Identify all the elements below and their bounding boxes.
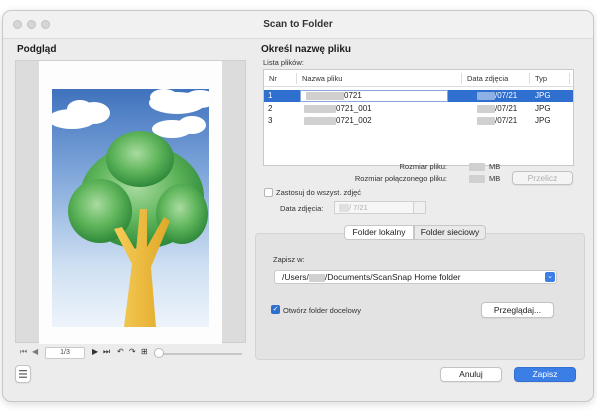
row-filename: 0721_002 — [304, 116, 372, 125]
tab-network-folder[interactable]: Folder sieciowy — [414, 225, 486, 240]
apply-all-checkbox[interactable] — [264, 188, 273, 197]
preview-page — [39, 61, 222, 344]
file-list-label: Lista plików: — [263, 58, 304, 67]
save-in-label: Zapisz w: — [273, 255, 305, 264]
photo-date-label: Data zdjęcia: — [280, 204, 324, 213]
save-location-panel — [255, 233, 585, 360]
titlebar: Scan to Folder — [3, 11, 593, 39]
table-row[interactable]: 2 0721_001 /07/21 JPG — [264, 103, 573, 115]
file-info-button[interactable] — [15, 365, 31, 383]
row-type: JPG — [535, 91, 551, 100]
col-name[interactable]: Nazwa pliku — [302, 74, 342, 83]
photo-date-field[interactable]: / 7/21 — [334, 201, 414, 214]
chevron-down-icon[interactable]: ⌄ — [545, 272, 555, 282]
row-filename: 0721 — [344, 91, 362, 100]
table-row[interactable]: 3 0721_002 /07/21 JPG — [264, 115, 573, 127]
filename-edit-field[interactable]: 0721 — [300, 90, 448, 102]
open-folder-label: Otwórz folder docelowy — [283, 306, 361, 315]
first-page-icon[interactable]: ⏮ — [20, 347, 27, 357]
recalculate-button[interactable]: Przelicz — [512, 171, 573, 185]
preview-panel — [15, 60, 246, 344]
row-nr: 3 — [268, 116, 273, 125]
cancel-button[interactable]: Anuluj — [440, 367, 502, 382]
tree-illustration — [48, 89, 216, 327]
list-icon — [19, 370, 27, 378]
row-type: JPG — [535, 116, 551, 125]
col-type[interactable]: Typ — [535, 74, 547, 83]
clouds — [48, 89, 216, 138]
combined-size-unit: MB — [489, 174, 501, 183]
col-nr[interactable]: Nr — [269, 74, 277, 83]
rotate-right-icon[interactable]: ↷ — [129, 347, 136, 356]
browse-button[interactable]: Przeglądaj... — [481, 302, 554, 318]
file-size-value — [469, 163, 485, 171]
window-title: Scan to Folder — [263, 19, 333, 30]
prev-page-icon[interactable]: ◀ — [32, 347, 38, 356]
file-list[interactable]: Nr Nazwa pliku Data zdjęcia Typ 1 0721 /… — [263, 69, 574, 166]
file-size-unit: MB — [489, 162, 501, 171]
row-date: /07/21 — [477, 116, 517, 125]
page-indicator[interactable]: 1/3 — [45, 347, 85, 359]
save-path-select[interactable]: /Users/ /Documents/ScanSnap Home folder ⌄ — [274, 270, 557, 284]
row-date: /07/21 — [477, 104, 517, 113]
file-size-label: Rozmiar pliku: — [399, 162, 447, 171]
row-nr: 2 — [268, 104, 273, 113]
tab-local-folder[interactable]: Folder lokalny — [344, 225, 414, 240]
calendar-icon[interactable] — [413, 201, 426, 214]
zoom-slider-track[interactable] — [160, 353, 242, 355]
scan-to-folder-window: Scan to Folder Podgląd ⏮ ◀ 1/3 ▶ ⏭ ↶ ↷ ⊞… — [2, 10, 594, 402]
zoom-slider-knob[interactable] — [154, 348, 164, 358]
table-row[interactable]: 1 0721 /07/21 JPG — [264, 90, 573, 102]
combined-size-value — [469, 175, 485, 183]
page-delete-icon[interactable]: ⊞ — [141, 347, 148, 356]
combined-size-label: Rozmiar połączonego pliku: — [354, 174, 447, 183]
preview-controls: ⏮ ◀ 1/3 ▶ ⏭ ↶ ↷ ⊞ — [15, 347, 246, 361]
last-page-icon[interactable]: ⏭ — [103, 347, 110, 357]
path-prefix: /Users/ — [282, 272, 309, 282]
col-date[interactable]: Data zdjęcia — [467, 74, 508, 83]
preview-image — [48, 89, 216, 327]
row-type: JPG — [535, 104, 551, 113]
preview-title: Podgląd — [17, 44, 57, 55]
path-suffix: /Documents/ScanSnap Home folder — [324, 272, 461, 282]
next-page-icon[interactable]: ▶ — [92, 347, 98, 356]
apply-all-label: Zastosuj do wszyst. zdjęć — [276, 188, 362, 197]
rotate-left-icon[interactable]: ↶ — [117, 347, 124, 356]
row-nr: 1 — [268, 91, 273, 100]
row-filename: 0721_001 — [304, 104, 372, 113]
row-date: /07/21 — [477, 91, 517, 100]
filename-title: Określ nazwę pliku — [261, 44, 352, 55]
file-list-header: Nr Nazwa pliku Data zdjęcia Typ — [264, 70, 573, 87]
open-folder-checkbox[interactable]: ✓ — [271, 305, 280, 314]
save-button[interactable]: Zapisz — [514, 367, 576, 382]
